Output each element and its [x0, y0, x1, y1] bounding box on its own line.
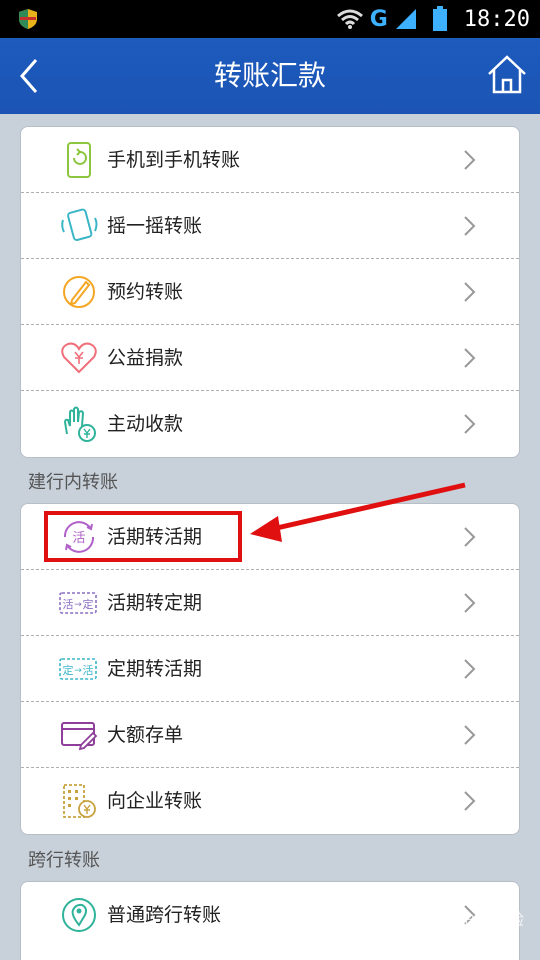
- list-item-to-enterprise[interactable]: 向企业转账: [21, 768, 519, 834]
- list-item-label: 手机到手机转账: [107, 149, 241, 171]
- huo-to-ding-icon: 活 → 定: [59, 592, 97, 614]
- page-title: 转账汇款: [213, 59, 326, 92]
- clock: 18:20: [463, 6, 530, 32]
- chevron-right-icon: [464, 659, 476, 679]
- list-item-large-deposit[interactable]: 大额存单: [21, 702, 519, 768]
- ding-to-huo-icon: 定 → 活: [59, 658, 97, 680]
- location-pin-icon: [62, 898, 96, 932]
- icon-glyph: 活: [83, 664, 94, 677]
- icon-glyph: 定: [63, 663, 74, 677]
- section-title-internal: 建行内转账: [28, 472, 118, 493]
- battery-icon: [432, 6, 447, 31]
- chevron-right-icon: [464, 414, 476, 434]
- status-bar: G 18:20: [0, 0, 540, 38]
- list-item-label: 摇一摇转账: [107, 215, 203, 237]
- chevron-right-icon: [464, 150, 476, 170]
- list-item-collect[interactable]: 主动收款: [21, 391, 519, 457]
- list-item-label: 活期转定期: [107, 592, 203, 614]
- section-title-interbank: 跨行转账: [28, 850, 100, 871]
- network-type: G: [369, 6, 388, 32]
- building-yuan-icon: [63, 784, 96, 818]
- svg-text:→: →: [74, 666, 82, 676]
- hand-yuan-icon: [63, 406, 96, 442]
- svg-text:→: →: [74, 600, 82, 610]
- list-item-label: 公益捐款: [107, 347, 184, 369]
- list-item-scheduled[interactable]: 预约转账: [21, 259, 519, 325]
- app-header: 转账汇款: [0, 38, 540, 114]
- icon-glyph: 活: [63, 598, 74, 611]
- shake-phone-icon: [61, 208, 98, 241]
- chevron-right-icon: [464, 725, 476, 745]
- list-item-fixed-to-demand[interactable]: 定 → 活 定期转活期: [21, 636, 519, 702]
- shield-icon: [19, 9, 37, 29]
- chevron-right-icon: [464, 216, 476, 236]
- interbank-transfer-card: 普通跨行转账: [20, 881, 520, 960]
- highlight-box: [44, 511, 242, 562]
- chevron-right-icon: [464, 593, 476, 613]
- transfer-options-card: 手机到手机转账 摇一摇转账 预约转账 公益捐款 主动收款: [20, 126, 520, 458]
- pencil-clock-icon: [63, 276, 95, 308]
- list-item-label: 普通跨行转账: [107, 904, 222, 926]
- card-pen-icon: [61, 722, 98, 751]
- wifi-icon: [336, 9, 363, 29]
- list-item-phone-to-phone[interactable]: 手机到手机转账: [21, 127, 519, 193]
- chevron-right-icon: [464, 791, 476, 811]
- list-item-interbank[interactable]: 普通跨行转账: [21, 882, 519, 948]
- home-icon[interactable]: [486, 54, 528, 96]
- list-item-label: 定期转活期: [107, 658, 203, 680]
- list-item-shake[interactable]: 摇一摇转账: [21, 193, 519, 259]
- signal-icon: [395, 9, 416, 29]
- list-item-label: 大额存单: [107, 724, 184, 746]
- list-item-label: 预约转账: [107, 281, 184, 303]
- chevron-right-icon: [464, 527, 476, 547]
- heart-yuan-icon: [61, 342, 97, 374]
- chevron-right-icon: [464, 348, 476, 368]
- list-item-donation[interactable]: 公益捐款: [21, 325, 519, 391]
- watermark: Bai 经验: [464, 912, 524, 929]
- icon-glyph: 定: [83, 597, 94, 611]
- list-item-label: 主动收款: [107, 413, 184, 435]
- phone-refresh-icon: [67, 142, 91, 178]
- list-item-label: 向企业转账: [107, 790, 203, 812]
- chevron-right-icon: [464, 282, 476, 302]
- list-item-demand-to-fixed[interactable]: 活 → 定 活期转定期: [21, 570, 519, 636]
